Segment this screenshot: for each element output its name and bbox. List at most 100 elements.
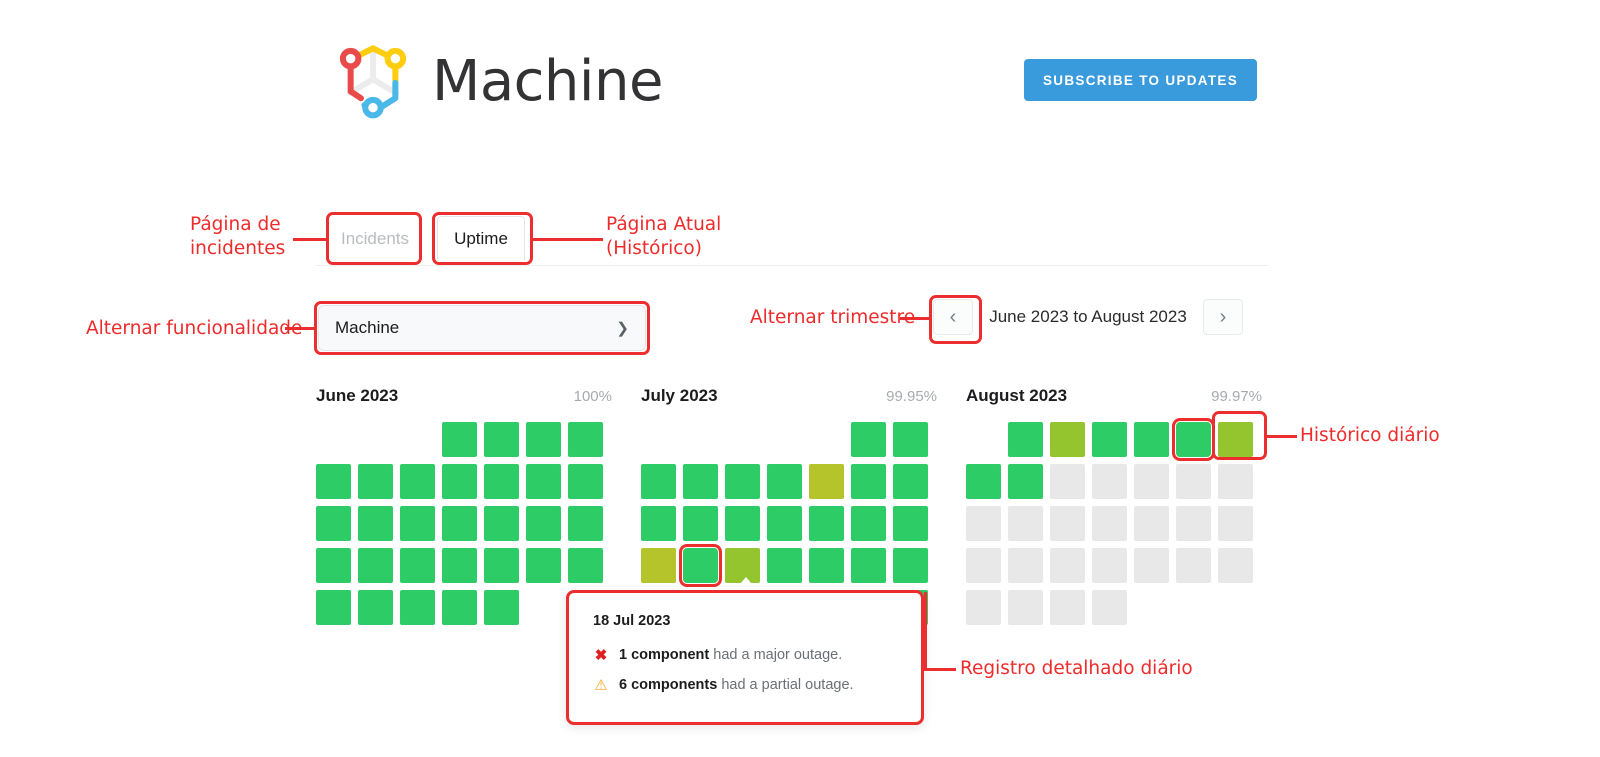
uptime-day-cell[interactable]	[568, 422, 603, 457]
uptime-day-cell[interactable]	[526, 422, 561, 457]
uptime-day-cell[interactable]	[526, 506, 561, 541]
uptime-day-cell[interactable]	[358, 590, 393, 625]
uptime-day-cell[interactable]	[767, 464, 802, 499]
tab-incidents[interactable]: Incidents	[330, 216, 420, 261]
tooltip-date: 18 Jul 2023	[593, 613, 897, 629]
uptime-day-cell[interactable]	[526, 548, 561, 583]
uptime-day-cell[interactable]	[316, 548, 351, 583]
uptime-day-cell[interactable]	[966, 464, 1001, 499]
uptime-day-cell[interactable]	[442, 590, 477, 625]
uptime-day-cell[interactable]	[1092, 422, 1127, 457]
uptime-day-cell[interactable]	[966, 506, 1001, 541]
uptime-day-cell[interactable]	[1008, 590, 1043, 625]
uptime-day-cell[interactable]	[1092, 590, 1127, 625]
uptime-day-cell[interactable]	[683, 464, 718, 499]
uptime-day-cell[interactable]	[442, 464, 477, 499]
uptime-day-cell[interactable]	[893, 464, 928, 499]
uptime-day-cell[interactable]	[484, 548, 519, 583]
uptime-day-cell[interactable]	[1134, 548, 1169, 583]
uptime-day-cell[interactable]	[893, 548, 928, 583]
uptime-day-cell[interactable]	[526, 464, 561, 499]
uptime-day-cell[interactable]	[966, 548, 1001, 583]
uptime-day-cell[interactable]	[809, 464, 844, 499]
uptime-day-cell[interactable]	[1050, 464, 1085, 499]
brand-logo[interactable]: Machine	[330, 38, 663, 124]
uptime-day-cell[interactable]	[1092, 464, 1127, 499]
uptime-day-cell[interactable]	[316, 464, 351, 499]
uptime-day-cell[interactable]	[851, 506, 886, 541]
uptime-day-cell[interactable]	[1008, 422, 1043, 457]
uptime-day-cell[interactable]	[1092, 548, 1127, 583]
uptime-day-cell[interactable]	[484, 590, 519, 625]
uptime-day-cell[interactable]	[1050, 548, 1085, 583]
uptime-day-cell[interactable]	[767, 506, 802, 541]
uptime-day-cell[interactable]	[358, 506, 393, 541]
uptime-day-cell[interactable]	[568, 506, 603, 541]
uptime-day-cell[interactable]	[1176, 506, 1211, 541]
uptime-day-cell[interactable]	[442, 422, 477, 457]
uptime-day-cell[interactable]	[568, 464, 603, 499]
uptime-day-cell[interactable]	[358, 548, 393, 583]
uptime-cell-empty	[809, 422, 844, 457]
uptime-day-cell[interactable]	[1176, 464, 1211, 499]
uptime-day-cell[interactable]	[400, 506, 435, 541]
uptime-day-cell[interactable]	[1134, 506, 1169, 541]
uptime-day-cell[interactable]	[484, 422, 519, 457]
tab-uptime[interactable]: Uptime	[437, 216, 525, 261]
uptime-day-cell[interactable]	[683, 548, 718, 583]
uptime-day-cell[interactable]	[725, 506, 760, 541]
quarter-next-button[interactable]: ›	[1203, 299, 1243, 335]
month-header: June 2023 100%	[316, 386, 612, 408]
uptime-day-cell[interactable]	[316, 506, 351, 541]
uptime-day-cell[interactable]	[725, 464, 760, 499]
quarter-nav: ‹ June 2023 to August 2023 ›	[933, 299, 1243, 335]
uptime-day-cell[interactable]	[641, 506, 676, 541]
uptime-day-cell[interactable]	[1008, 506, 1043, 541]
anno-daily-detail-log: Registro detalhado diário	[960, 657, 1193, 681]
anno-leader-daily-history	[1267, 435, 1297, 438]
uptime-day-cell[interactable]	[484, 464, 519, 499]
uptime-day-cell[interactable]	[1176, 422, 1211, 457]
uptime-day-cell[interactable]	[641, 548, 676, 583]
uptime-day-cell[interactable]	[1092, 506, 1127, 541]
error-x-icon: ✖	[593, 648, 609, 663]
component-select-value: Machine	[335, 318, 399, 338]
uptime-day-cell[interactable]	[809, 548, 844, 583]
uptime-day-cell[interactable]	[1008, 464, 1043, 499]
uptime-cell-empty	[683, 422, 718, 457]
month-name: July 2023	[641, 386, 718, 406]
uptime-day-cell[interactable]	[316, 590, 351, 625]
uptime-day-cell[interactable]	[893, 422, 928, 457]
uptime-day-cell[interactable]	[809, 506, 844, 541]
uptime-day-cell[interactable]	[400, 590, 435, 625]
uptime-day-cell[interactable]	[568, 548, 603, 583]
uptime-day-cell[interactable]	[851, 422, 886, 457]
uptime-day-cell[interactable]	[683, 506, 718, 541]
uptime-day-cell[interactable]	[966, 590, 1001, 625]
uptime-day-cell[interactable]	[1050, 422, 1085, 457]
uptime-day-cell[interactable]	[893, 506, 928, 541]
component-select[interactable]: Machine ❯	[318, 305, 646, 351]
uptime-day-cell[interactable]	[1008, 548, 1043, 583]
uptime-day-cell[interactable]	[1050, 506, 1085, 541]
uptime-day-cell[interactable]	[1218, 422, 1253, 457]
uptime-day-cell[interactable]	[767, 548, 802, 583]
uptime-day-cell[interactable]	[851, 464, 886, 499]
uptime-day-cell[interactable]	[641, 464, 676, 499]
uptime-day-cell[interactable]	[851, 548, 886, 583]
uptime-day-cell[interactable]	[1134, 464, 1169, 499]
uptime-day-cell[interactable]	[484, 506, 519, 541]
uptime-day-cell[interactable]	[1218, 464, 1253, 499]
uptime-day-cell[interactable]	[1050, 590, 1085, 625]
uptime-day-cell[interactable]	[442, 506, 477, 541]
uptime-day-cell[interactable]	[442, 548, 477, 583]
uptime-day-cell[interactable]	[400, 548, 435, 583]
subscribe-to-updates-button[interactable]: SUBSCRIBE TO UPDATES	[1024, 59, 1257, 101]
uptime-day-cell[interactable]	[1176, 548, 1211, 583]
uptime-day-cell[interactable]	[400, 464, 435, 499]
uptime-day-cell[interactable]	[1218, 506, 1253, 541]
uptime-day-cell[interactable]	[358, 464, 393, 499]
quarter-prev-button[interactable]: ‹	[933, 299, 973, 335]
uptime-day-cell[interactable]	[1134, 422, 1169, 457]
uptime-day-cell[interactable]	[1218, 548, 1253, 583]
